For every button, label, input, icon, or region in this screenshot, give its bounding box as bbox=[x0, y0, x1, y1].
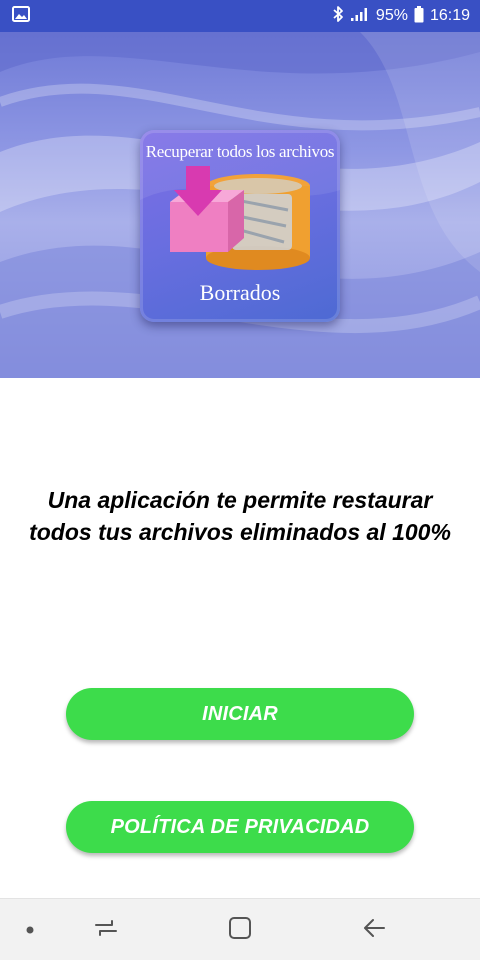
dot-icon bbox=[26, 921, 34, 939]
headline: Una aplicación te permite restaurar todo… bbox=[0, 484, 480, 548]
hero-banner: Recuperar todos los archivos Borrados bbox=[0, 32, 480, 378]
navigation-bar bbox=[0, 898, 480, 960]
headline-line-1: Una aplicación te permite restaurar bbox=[47, 487, 433, 513]
app-logo: Recuperar todos los archivos Borrados bbox=[140, 130, 340, 322]
start-button-label: INICIAR bbox=[202, 702, 278, 725]
logo-bottom-text: Borrados bbox=[199, 280, 281, 305]
status-bar: 95% 16:19 bbox=[0, 0, 480, 32]
start-button[interactable]: INICIAR bbox=[66, 688, 414, 740]
signal-icon bbox=[350, 6, 370, 26]
home-icon bbox=[228, 916, 252, 945]
home-button[interactable] bbox=[220, 899, 260, 960]
bluetooth-icon bbox=[332, 5, 344, 27]
recent-apps-button[interactable] bbox=[86, 899, 126, 960]
recent-apps-icon bbox=[94, 917, 118, 944]
privacy-policy-button[interactable]: POLÍTICA DE PRIVACIDAD bbox=[66, 801, 414, 853]
battery-percent: 95% bbox=[375, 7, 408, 24]
headline-line-2: todos tus archivos eliminados al 100% bbox=[29, 519, 451, 545]
nav-dot[interactable] bbox=[14, 899, 46, 960]
clock: 16:19 bbox=[429, 7, 470, 24]
logo-top-text: Recuperar todos los archivos bbox=[145, 142, 335, 161]
battery-icon bbox=[414, 5, 424, 27]
back-icon bbox=[362, 917, 386, 944]
privacy-policy-button-label: POLÍTICA DE PRIVACIDAD bbox=[110, 815, 370, 838]
back-button[interactable] bbox=[354, 899, 394, 960]
image-notification-icon bbox=[12, 5, 30, 27]
